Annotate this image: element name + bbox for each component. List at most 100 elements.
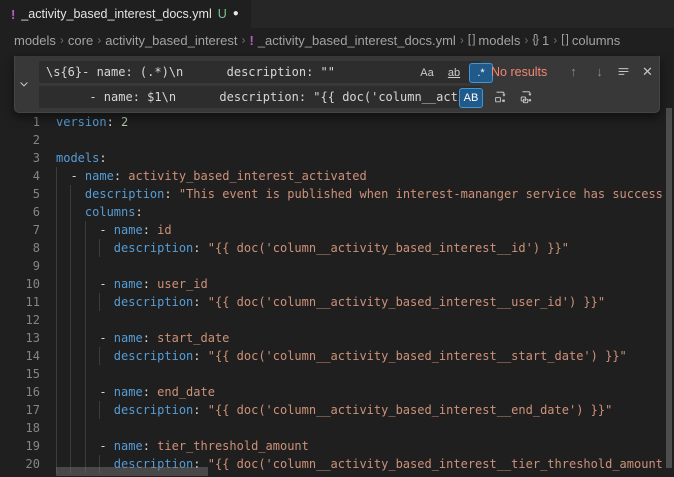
code-text[interactable]: columns: bbox=[40, 203, 674, 221]
indent-guide bbox=[56, 437, 57, 455]
preserve-case-button[interactable]: AB bbox=[459, 88, 483, 108]
code-text[interactable] bbox=[40, 257, 674, 275]
code-text[interactable]: version: 2 bbox=[40, 113, 674, 131]
breadcrumb-item-models[interactable]: models bbox=[14, 33, 56, 48]
next-match-button[interactable]: ↓ bbox=[589, 61, 610, 82]
breadcrumb-item-columns[interactable]: [ ]columns bbox=[561, 33, 620, 48]
code-text[interactable]: models: bbox=[40, 149, 674, 167]
code-text[interactable]: - name: id bbox=[40, 221, 674, 239]
breadcrumb-label: core bbox=[68, 33, 93, 48]
modified-dot[interactable]: ● bbox=[233, 9, 239, 19]
indent-guide bbox=[85, 329, 86, 347]
code-line[interactable]: 8 description: "{{ doc('column__activity… bbox=[0, 239, 674, 257]
code-text[interactable]: - name: start_date bbox=[40, 329, 674, 347]
breadcrumb-bar: models›core›activity_based_interest›!_ac… bbox=[0, 28, 674, 52]
code-line[interactable]: 5 description: "This event is published … bbox=[0, 185, 674, 203]
code-text[interactable] bbox=[40, 311, 674, 329]
chevron-right-icon: › bbox=[524, 33, 528, 47]
indent-guide bbox=[85, 221, 86, 239]
code-line[interactable]: 7 - name: id bbox=[0, 221, 674, 239]
indent-guide bbox=[85, 419, 86, 437]
code-line[interactable]: 16 - name: end_date bbox=[0, 383, 674, 401]
code-text[interactable] bbox=[40, 365, 674, 383]
code-line[interactable]: 15 bbox=[0, 365, 674, 383]
git-status-badge: U bbox=[218, 7, 227, 21]
code-line[interactable]: 4 - name: activity_based_interest_activa… bbox=[0, 167, 674, 185]
code-text[interactable] bbox=[40, 131, 674, 149]
find-in-selection-button[interactable] bbox=[613, 61, 634, 82]
replace-input[interactable]: - name: $1\n description: "{{ doc('colum… bbox=[39, 86, 481, 108]
code-line[interactable]: 10 - name: user_id bbox=[0, 275, 674, 293]
breadcrumb-label: models bbox=[478, 33, 520, 48]
code-line[interactable]: 2 bbox=[0, 131, 674, 149]
line-number: 9 bbox=[0, 257, 40, 275]
breadcrumb-item-core[interactable]: core bbox=[68, 33, 93, 48]
chevron-down-icon bbox=[18, 78, 30, 90]
code-text[interactable]: - name: tier_threshold_amount bbox=[40, 437, 674, 455]
window: ! _activity_based_interest_docs.yml U ● … bbox=[0, 0, 674, 477]
code-text[interactable]: description: "{{ doc('column__activity_b… bbox=[40, 293, 674, 311]
code-line[interactable]: 3models: bbox=[0, 149, 674, 167]
code-text[interactable] bbox=[40, 419, 674, 437]
indent-guide bbox=[99, 293, 100, 311]
arrow-up-icon: ↑ bbox=[570, 64, 577, 79]
code-line[interactable]: 18 bbox=[0, 419, 674, 437]
code-text[interactable]: description: "{{ doc('column__activity_b… bbox=[40, 347, 674, 365]
regex-button[interactable]: .* bbox=[469, 63, 493, 83]
close-icon: ✕ bbox=[642, 64, 653, 80]
breadcrumb-label: activity_based_interest bbox=[105, 33, 237, 48]
code-line[interactable]: 6 columns: bbox=[0, 203, 674, 221]
breadcrumb-item-activity_based_interest[interactable]: activity_based_interest bbox=[105, 33, 237, 48]
code-text[interactable]: description: "This event is published wh… bbox=[40, 185, 674, 203]
code-area: 1version: 223models:4 - name: activity_b… bbox=[0, 52, 674, 473]
indent-guide bbox=[56, 365, 57, 383]
breadcrumb-item-_activity_based_interest_docs.yml[interactable]: !_activity_based_interest_docs.yml bbox=[249, 33, 455, 48]
code-line[interactable]: 11 description: "{{ doc('column__activit… bbox=[0, 293, 674, 311]
whole-word-button[interactable]: ab bbox=[442, 63, 466, 83]
line-number: 6 bbox=[0, 203, 40, 221]
indent-guide bbox=[85, 275, 86, 293]
code-line[interactable]: 17 description: "{{ doc('column__activit… bbox=[0, 401, 674, 419]
indent-guide bbox=[56, 329, 57, 347]
line-number: 12 bbox=[0, 311, 40, 329]
code-line[interactable]: 14 description: "{{ doc('column__activit… bbox=[0, 347, 674, 365]
code-text[interactable]: - name: activity_based_interest_activate… bbox=[40, 167, 674, 185]
horizontal-scrollbar[interactable] bbox=[56, 467, 208, 476]
code-text[interactable]: description: "{{ doc('column__activity_b… bbox=[40, 239, 674, 257]
editor-tab[interactable]: ! _activity_based_interest_docs.yml U ● bbox=[0, 0, 251, 28]
line-number: 15 bbox=[0, 365, 40, 383]
indent-guide bbox=[70, 293, 71, 311]
match-case-button[interactable]: Aa bbox=[415, 63, 439, 83]
replace-button[interactable] bbox=[489, 86, 510, 107]
breadcrumb-item-1[interactable]: {}1 bbox=[532, 33, 549, 48]
code-line[interactable]: 1version: 2 bbox=[0, 113, 674, 131]
breadcrumb-item-models[interactable]: [ ]models bbox=[468, 33, 521, 48]
code-line[interactable]: 13 - name: start_date bbox=[0, 329, 674, 347]
indent-guide bbox=[70, 239, 71, 257]
code-text[interactable]: - name: user_id bbox=[40, 275, 674, 293]
yaml-warning-icon: ! bbox=[11, 7, 15, 22]
code-line[interactable]: 19 - name: tier_threshold_amount bbox=[0, 437, 674, 455]
object-icon: {} bbox=[532, 34, 538, 46]
close-button[interactable]: ✕ bbox=[637, 61, 658, 82]
indent-guide bbox=[56, 401, 57, 419]
line-number: 14 bbox=[0, 347, 40, 365]
code-line[interactable]: 9 bbox=[0, 257, 674, 275]
previous-match-button[interactable]: ↑ bbox=[563, 61, 584, 82]
replace-all-button[interactable] bbox=[515, 86, 536, 107]
arrow-down-icon: ↓ bbox=[596, 64, 603, 79]
indent-guide bbox=[85, 311, 86, 329]
array-icon: [ ] bbox=[561, 34, 568, 46]
code-line[interactable]: 12 bbox=[0, 311, 674, 329]
indent-guide bbox=[85, 293, 86, 311]
indent-guide bbox=[85, 347, 86, 365]
indent-guide bbox=[70, 185, 71, 203]
breadcrumb-label: models bbox=[14, 33, 56, 48]
toggle-replace-button[interactable] bbox=[15, 56, 33, 112]
vertical-scrollbar[interactable] bbox=[666, 108, 672, 468]
code-text[interactable]: description: "{{ doc('column__activity_b… bbox=[40, 401, 674, 419]
indent-guide bbox=[99, 401, 100, 419]
indent-guide bbox=[99, 347, 100, 365]
indent-guide bbox=[56, 203, 57, 221]
code-text[interactable]: - name: end_date bbox=[40, 383, 674, 401]
